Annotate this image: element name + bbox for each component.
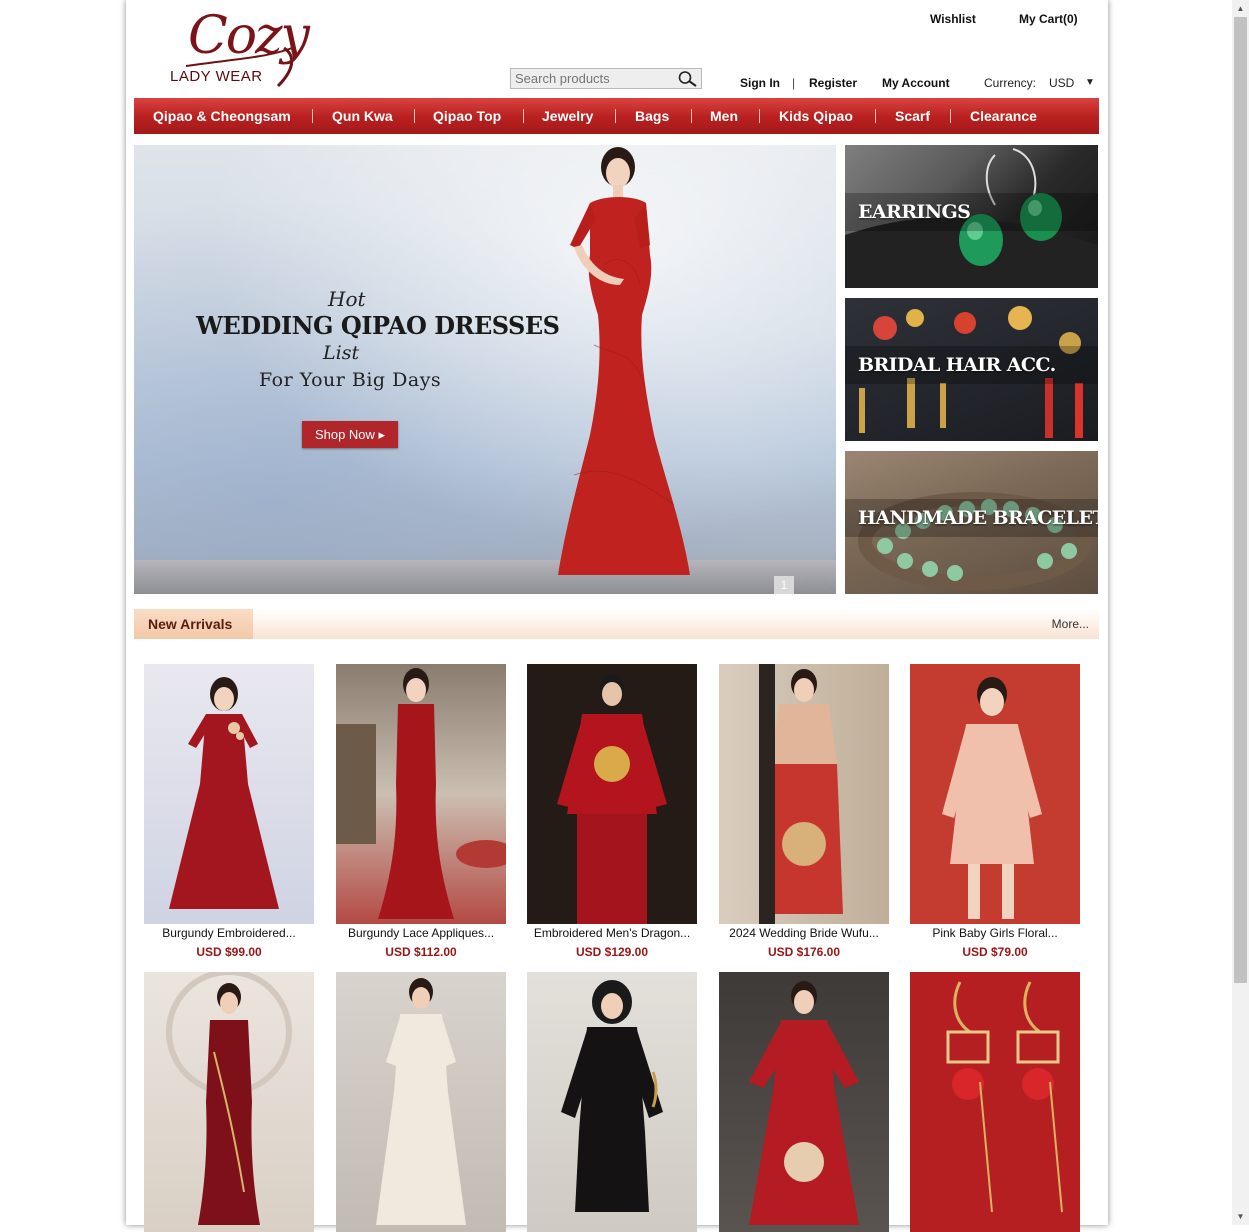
nav-separator — [312, 109, 313, 123]
product-price: USD $176.00 — [767, 945, 841, 959]
search-button[interactable] — [675, 70, 699, 87]
nav-item-qun-kwa[interactable]: Qun Kwa — [332, 98, 393, 134]
register-link[interactable]: Register — [809, 76, 857, 90]
velvet-sequin-qipao-illustration — [166, 972, 292, 1225]
mens-dragon-suit-illustration — [557, 674, 667, 924]
product-price: USD $112.00 — [385, 945, 457, 959]
product-name[interactable]: Pink Baby Girls Floral... — [900, 926, 1090, 940]
nav-separator — [691, 109, 692, 123]
link-separator: | — [792, 76, 796, 90]
search-icon — [678, 71, 697, 87]
chevron-down-icon[interactable]: ▼ — [1085, 77, 1095, 88]
slider-pagination: 1 2 3 — [774, 576, 836, 594]
search-box — [510, 68, 702, 89]
logo[interactable]: Cozy LADY WEAR — [166, 6, 310, 90]
search-input[interactable] — [513, 70, 675, 87]
product-image[interactable] — [719, 972, 889, 1232]
white-qipao-gown-illustration — [376, 978, 466, 1225]
nav-separator — [414, 109, 415, 123]
scroll-up-icon[interactable]: ▲ — [1232, 0, 1249, 17]
wishlist-link[interactable]: Wishlist — [930, 12, 976, 26]
banner-title: WEDDING QIPAO DRESSES — [196, 311, 560, 340]
promo-earrings[interactable]: EARRINGS — [845, 145, 1098, 288]
product-image[interactable] — [910, 972, 1080, 1232]
promo-bridal-hair[interactable]: BRIDAL HAIR ACC. — [845, 298, 1098, 441]
page-container: Cozy LADY WEAR Wishlist My Cart(0) Sign … — [126, 0, 1108, 1232]
nav-item-qipao-top[interactable]: Qipao Top — [433, 98, 501, 134]
red-embroidered-dress-illustration — [749, 981, 859, 1225]
nav-separator — [875, 109, 876, 123]
logo-subtitle: LADY WEAR — [170, 68, 263, 85]
vertical-scrollbar[interactable]: ▲ ▼ — [1232, 0, 1249, 1225]
scroll-thumb[interactable] — [1234, 17, 1247, 983]
currency-label: Currency: — [984, 76, 1037, 90]
nav-item-men[interactable]: Men — [710, 98, 738, 134]
main-nav: Qipao & Cheongsam Qun Kwa Qipao Top Jewe… — [134, 98, 1099, 134]
nav-item-bags[interactable]: Bags — [635, 98, 669, 134]
new-arrivals-title: New Arrivals — [134, 609, 253, 639]
product-image[interactable] — [910, 664, 1080, 924]
nav-separator — [615, 109, 616, 123]
nav-item-clearance[interactable]: Clearance — [970, 98, 1037, 134]
model-red-dress-illustration — [558, 147, 690, 575]
burgundy-dress-illustration — [169, 677, 279, 909]
product-price: USD $129.00 — [575, 945, 649, 959]
banner-hot-text: Hot — [328, 287, 366, 311]
sign-in-link[interactable]: Sign In — [740, 76, 780, 90]
product-image[interactable] — [144, 972, 314, 1232]
product-image[interactable] — [336, 972, 506, 1232]
red-bead-earrings-illustration — [946, 981, 1063, 1213]
product-name[interactable]: Embroidered Men's Dragon... — [517, 926, 707, 940]
wufu-wedding-dress-illustration — [759, 664, 843, 924]
nav-separator — [759, 109, 760, 123]
slide-dot-1[interactable]: 1 — [774, 576, 794, 594]
product-price: USD $99.00 — [196, 945, 262, 959]
nav-item-qipao-cheongsam[interactable]: Qipao & Cheongsam — [153, 98, 291, 134]
nav-item-scarf[interactable]: Scarf — [895, 98, 930, 134]
my-account-link[interactable]: My Account — [882, 76, 950, 90]
slide-dot-2[interactable]: 2 — [795, 576, 815, 594]
product-name[interactable]: Burgundy Embroidered... — [134, 926, 324, 940]
nav-separator — [523, 109, 524, 123]
product-image[interactable] — [336, 664, 506, 924]
nav-item-kids-qipao[interactable]: Kids Qipao — [779, 98, 853, 134]
banner-subtitle: For Your Big Days — [259, 369, 442, 391]
product-image[interactable] — [719, 664, 889, 924]
product-image[interactable] — [527, 972, 697, 1232]
shop-now-button[interactable]: Shop Now ▸ — [302, 421, 398, 448]
promo-label: EARRINGS — [845, 193, 1098, 231]
product-image[interactable] — [527, 664, 697, 924]
product-name[interactable]: 2024 Wedding Bride Wufu... — [709, 926, 899, 940]
scroll-down-icon[interactable]: ▼ — [1232, 1208, 1249, 1225]
banner-list-text: List — [323, 342, 360, 364]
cart-link[interactable]: My Cart(0) — [1019, 12, 1078, 26]
product-image[interactable] — [144, 664, 314, 924]
hero-banner[interactable]: Hot WEDDING QIPAO DRESSES List For Your … — [134, 145, 836, 594]
more-link[interactable]: More... — [1052, 609, 1089, 639]
burgundy-lace-dress-illustration — [336, 668, 506, 919]
logo-script-text: Cozy — [188, 6, 310, 66]
black-velvet-qipao-illustration — [561, 980, 663, 1212]
slide-dot-3[interactable]: 3 — [816, 576, 836, 594]
girls-floral-dress-illustration — [942, 677, 1042, 919]
currency-select[interactable]: USD — [1049, 76, 1074, 90]
new-arrivals-header: New Arrivals More... — [134, 609, 1099, 639]
product-name[interactable]: Burgundy Lace Appliques... — [326, 926, 516, 940]
promo-label: BRIDAL HAIR ACC. — [845, 346, 1098, 384]
product-price: USD $79.00 — [962, 945, 1028, 959]
nav-separator — [950, 109, 951, 123]
nav-item-jewelry[interactable]: Jewelry — [542, 98, 593, 134]
promo-label: HANDMADE BRACELETS — [845, 499, 1098, 537]
promo-handmade-bracelets[interactable]: HANDMADE BRACELETS — [845, 451, 1098, 594]
